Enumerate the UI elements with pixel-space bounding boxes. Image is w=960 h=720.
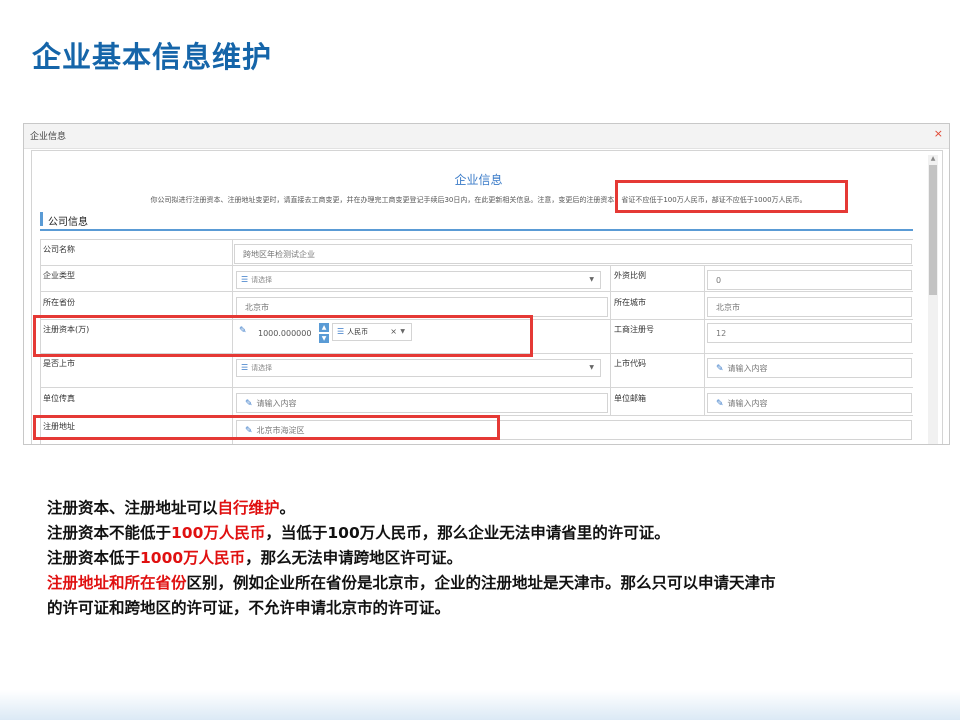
text-span: 注册资本不能低于	[47, 524, 172, 542]
label-city: 所在城市	[614, 298, 646, 307]
highlight-span: 自行维护	[217, 499, 280, 517]
listed-value: 请选择	[251, 364, 273, 372]
text-span: 注册资本低于	[47, 549, 141, 567]
list-icon: ☰	[241, 275, 249, 284]
description-text: 注册资本、注册地址可以自行维护。 注册资本不能低于100万人民币，当低于100万…	[47, 496, 937, 621]
highlight-address	[33, 415, 500, 440]
label-foreign-ratio: 外资比例	[614, 271, 646, 280]
grid-line	[40, 291, 913, 292]
list-icon: ☰	[241, 363, 249, 372]
text-span: 注册资本、注册地址可以	[47, 499, 218, 517]
grid-line	[704, 265, 705, 415]
close-icon[interactable]: ×	[934, 127, 943, 140]
stock-code-input[interactable]: ✎ 请输入内容	[707, 358, 912, 378]
description-line: 注册地址和所在省份区别，例如企业所在省份是北京市，企业的注册地址是天津市。那么只…	[47, 571, 937, 596]
chevron-down-icon: ▼	[589, 364, 594, 371]
label-fax: 单位传真	[43, 394, 75, 403]
bottom-band	[0, 690, 960, 720]
highlight-span: 100万人民币	[171, 524, 266, 542]
text-span: ，那么无法申请跨地区许可证。	[245, 549, 463, 567]
slide-title: 企业基本信息维护	[32, 40, 273, 74]
pencil-icon: ✎	[716, 399, 724, 409]
highlight-span: 1000万人民币	[140, 549, 246, 567]
reg-no-input[interactable]: 12	[707, 323, 912, 343]
pencil-icon: ✎	[716, 364, 724, 374]
listed-select[interactable]: ☰ 请选择 ▼	[236, 359, 601, 377]
highlight-span: 注册地址和所在省份	[47, 574, 187, 592]
text-span: 区别，例如企业所在省份是北京市，企业的注册地址是天津市。那么只可以申请天津市	[186, 574, 776, 592]
grid-line	[610, 265, 611, 415]
company-type-value: 请选择	[251, 276, 273, 284]
section-bar	[40, 212, 43, 226]
window-titlebar: 企业信息 ×	[24, 124, 949, 149]
label-email: 单位邮箱	[614, 394, 646, 403]
window-title: 企业信息	[30, 132, 67, 142]
company-name-input[interactable]: 跨地区年检测试企业	[234, 244, 912, 264]
scroll-thumb[interactable]	[929, 165, 937, 295]
stock-code-placeholder: 请输入内容	[727, 364, 768, 373]
label-reg-no: 工商注册号	[614, 325, 654, 334]
label-company-name: 公司名称	[43, 245, 75, 254]
fax-input[interactable]: ✎ 请输入内容	[236, 393, 608, 413]
email-placeholder: 请输入内容	[727, 399, 768, 408]
scrollbar[interactable]: ▲	[928, 155, 938, 444]
section-title: 公司信息	[48, 217, 88, 228]
grid-line	[40, 265, 913, 266]
text-span: 。	[279, 499, 296, 517]
text-span: 的许可证和跨地区的许可证，不允许申请北京市的许可证。	[47, 599, 451, 617]
description-line: 的许可证和跨地区的许可证，不允许申请北京市的许可证。	[47, 596, 937, 621]
description-line: 注册资本不能低于100万人民币，当低于100万人民币，那么企业无法申请省里的许可…	[47, 521, 937, 546]
grid-line	[40, 387, 913, 388]
company-type-select[interactable]: ☰ 请选择 ▼	[236, 271, 601, 289]
email-input[interactable]: ✎ 请输入内容	[707, 393, 912, 413]
screenshot-window: 企业信息 × ▲ 企业信息 你公司拟进行注册资本、注册地址变更时，请直接去工商变…	[23, 123, 950, 445]
grid-line	[40, 239, 913, 240]
province-input[interactable]: 北京市	[236, 297, 608, 317]
label-stock-code: 上市代码	[614, 359, 646, 368]
highlight-notice	[615, 180, 848, 213]
text-span: ，当低于100万人民币，那么企业无法申请省里的许可证。	[265, 524, 670, 542]
fax-placeholder: 请输入内容	[256, 399, 297, 408]
pencil-icon: ✎	[245, 399, 253, 409]
foreign-ratio-input[interactable]: 0	[707, 270, 912, 290]
label-province: 所在省份	[43, 298, 75, 307]
description-line: 注册资本、注册地址可以自行维护。	[47, 496, 937, 521]
chevron-down-icon: ▼	[589, 276, 594, 283]
scroll-up-icon[interactable]: ▲	[928, 155, 938, 163]
city-input[interactable]: 北京市	[707, 297, 912, 317]
label-company-type: 企业类型	[43, 271, 75, 280]
description-line: 注册资本低于1000万人民币，那么无法申请跨地区许可证。	[47, 546, 937, 571]
highlight-capital	[33, 315, 533, 357]
label-listed: 是否上市	[43, 359, 75, 368]
